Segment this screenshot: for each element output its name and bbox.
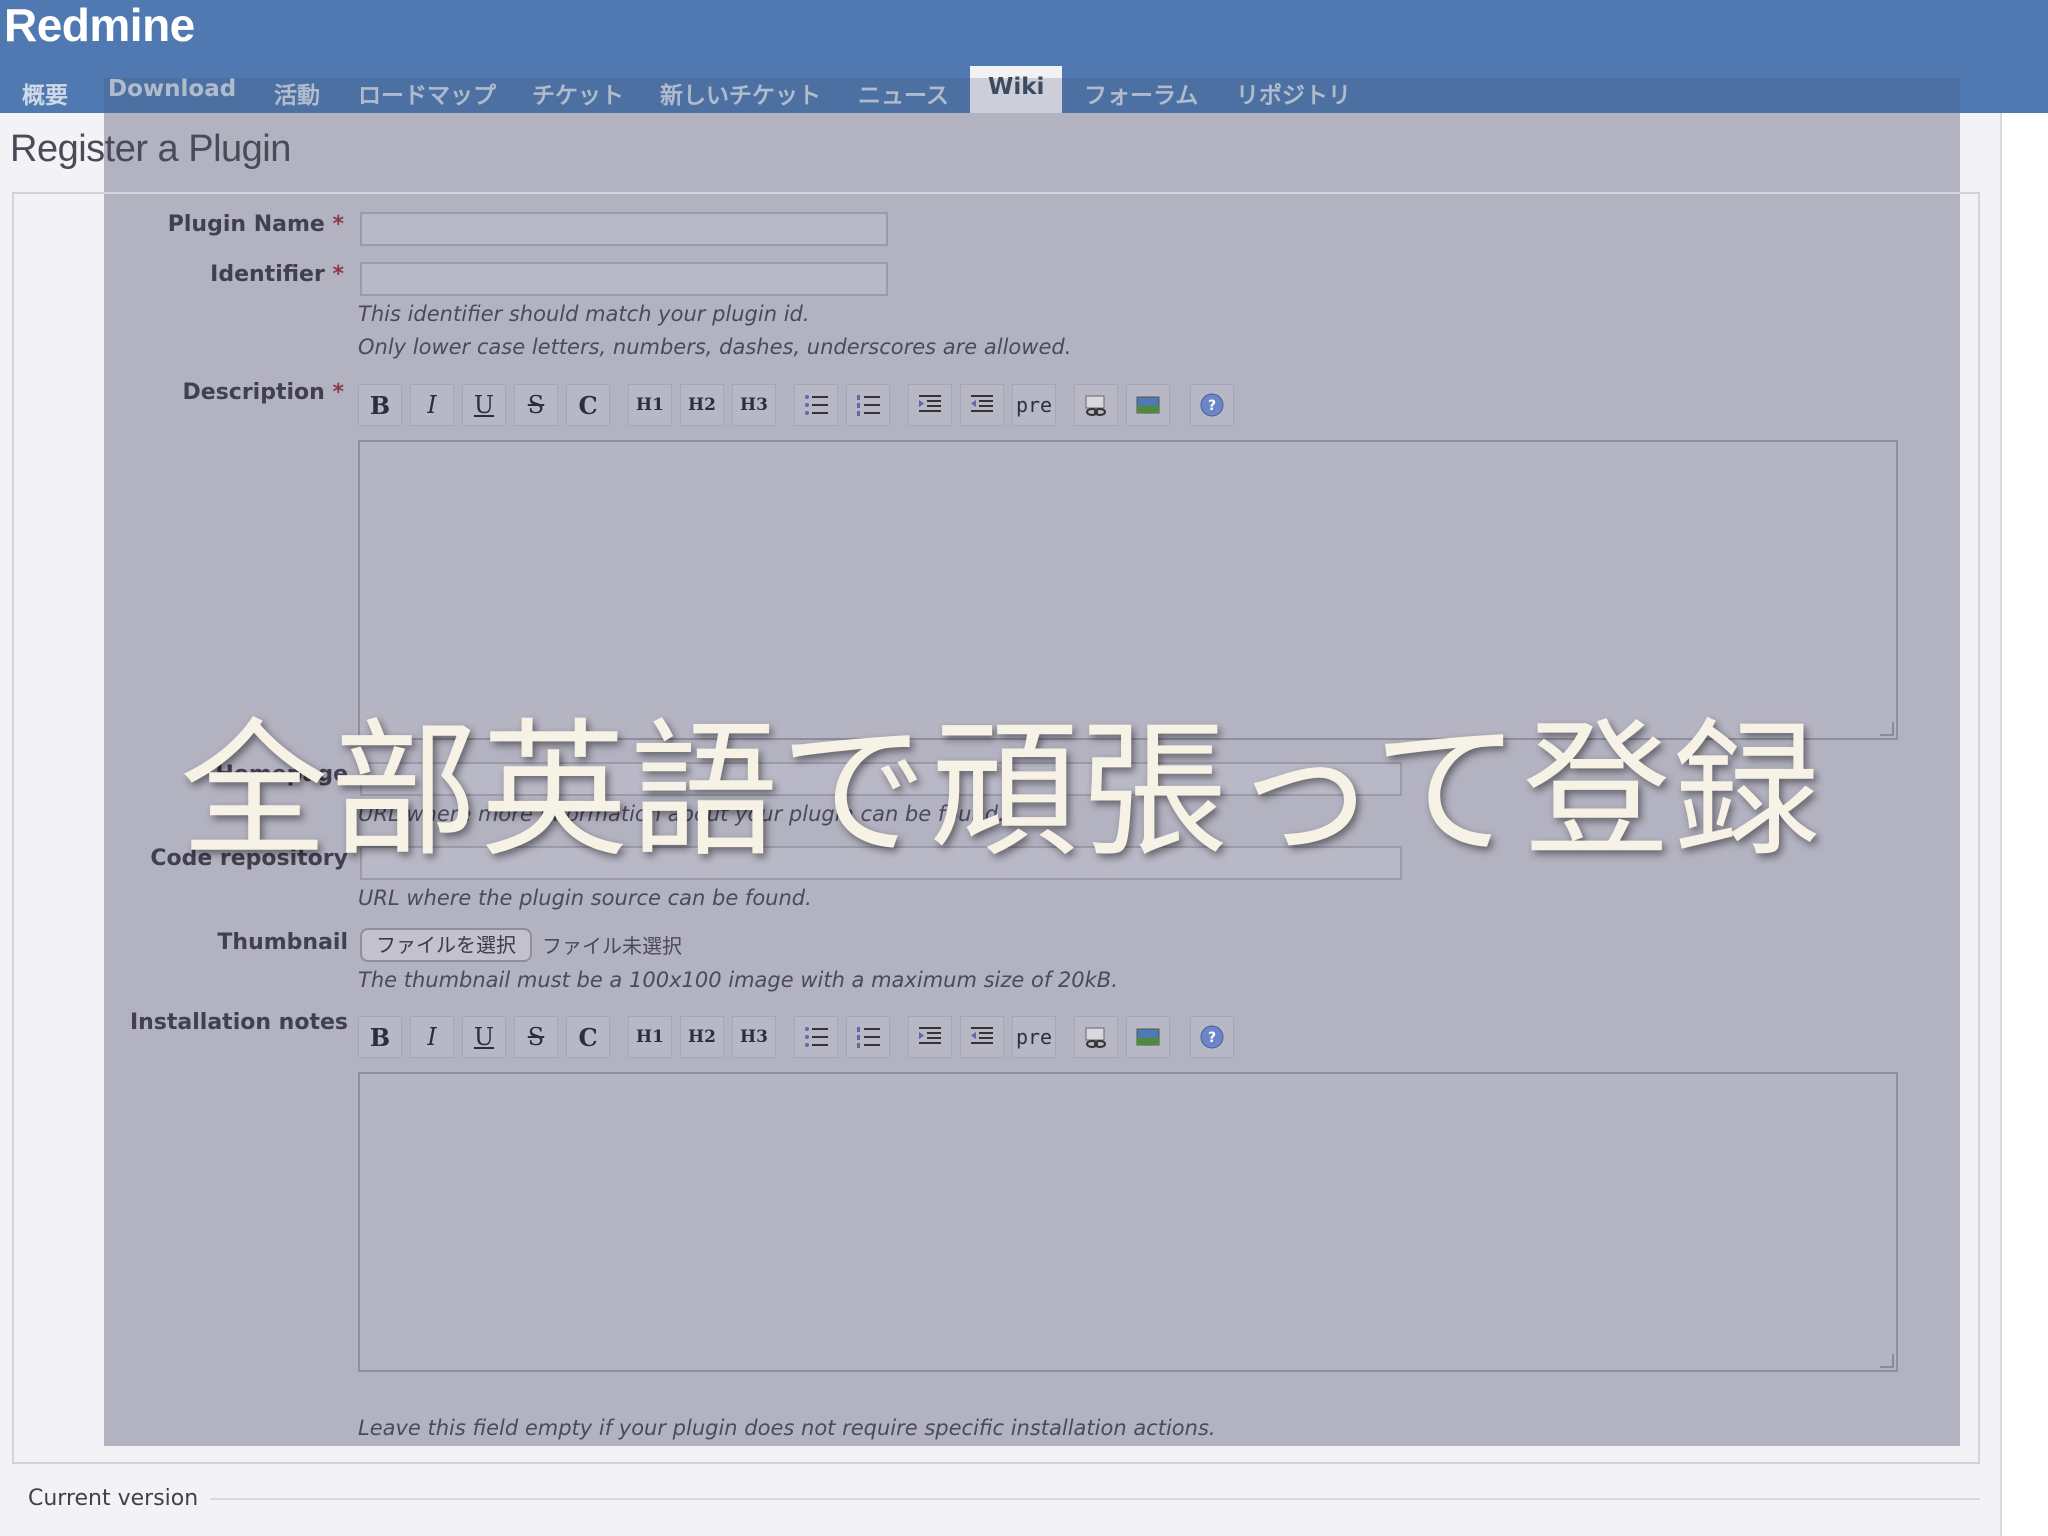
fieldset-border (210, 1498, 1980, 1500)
thumbnail-label: Thumbnail (217, 930, 348, 955)
preformatted-button[interactable]: pre (1012, 1016, 1056, 1058)
plugin-name-label: Plugin Name * (167, 212, 344, 237)
file-status: ファイル未選択 (542, 934, 682, 958)
code-button[interactable]: C (566, 1016, 610, 1058)
italic-button[interactable]: I (410, 1016, 454, 1058)
description-label: Description * (182, 380, 344, 405)
bold-button[interactable]: B (358, 384, 402, 426)
quote-icon[interactable] (908, 1016, 952, 1058)
choose-file-button[interactable]: ファイルを選択 (360, 928, 532, 962)
svg-text:?: ? (1208, 1030, 1216, 1046)
resize-grip-icon[interactable] (1880, 722, 1894, 736)
help-icon[interactable]: ? (1190, 1016, 1234, 1058)
thumbnail-hint: The thumbnail must be a 100x100 image wi… (358, 968, 1118, 992)
svg-text:?: ? (1208, 398, 1216, 414)
heading2-button[interactable]: H2 (680, 1016, 724, 1058)
unordered-list-icon[interactable] (794, 1016, 838, 1058)
link-icon[interactable] (1074, 1016, 1118, 1058)
strike-button[interactable]: S (514, 384, 558, 426)
ordered-list-icon[interactable] (846, 384, 890, 426)
current-version-legend: Current version (28, 1486, 199, 1511)
code-button[interactable]: C (566, 384, 610, 426)
identifier-hint-1: This identifier should match your plugin… (358, 302, 810, 326)
plugin-name-input[interactable] (360, 212, 888, 246)
heading3-button[interactable]: H3 (732, 1016, 776, 1058)
top-header: Redmine 概要 Download 活動 ロードマップ チケット 新しいチケ… (0, 0, 2048, 113)
page-scroll-edge (2000, 113, 2048, 1536)
quote-icon[interactable] (908, 384, 952, 426)
installation-notes-toolbar: B I U S C H1 H2 H3 pre ? (358, 1016, 1358, 1058)
underline-button[interactable]: U (462, 1016, 506, 1058)
unordered-list-icon[interactable] (794, 384, 838, 426)
preformatted-button[interactable]: pre (1012, 384, 1056, 426)
heading2-button[interactable]: H2 (680, 384, 724, 426)
installation-notes-label: Installation notes (129, 1010, 348, 1035)
link-icon[interactable] (1074, 384, 1118, 426)
unquote-icon[interactable] (960, 1016, 1004, 1058)
code-repository-hint: URL where the plugin source can be found… (358, 886, 812, 910)
installation-notes-hint: Leave this field empty if your plugin do… (358, 1416, 1216, 1440)
heading3-button[interactable]: H3 (732, 384, 776, 426)
identifier-label: Identifier * (210, 262, 344, 287)
identifier-hint-2: Only lower case letters, numbers, dashes… (358, 335, 1072, 359)
bold-button[interactable]: B (358, 1016, 402, 1058)
ordered-list-icon[interactable] (846, 1016, 890, 1058)
heading1-button[interactable]: H1 (628, 1016, 672, 1058)
italic-button[interactable]: I (410, 384, 454, 426)
page-title: Register a Plugin (10, 128, 291, 170)
tab-overview[interactable]: 概要 (22, 76, 68, 110)
slide-caption: 全部英語で頑張って登録 (180, 705, 1823, 877)
identifier-input[interactable] (360, 262, 888, 296)
header-dim-overlay (104, 78, 1960, 113)
image-icon[interactable] (1126, 1016, 1170, 1058)
description-toolbar: B I U S C H1 H2 H3 pre ? (358, 384, 1358, 426)
underline-button[interactable]: U (462, 384, 506, 426)
heading1-button[interactable]: H1 (628, 384, 672, 426)
resize-grip-icon[interactable] (1880, 1354, 1894, 1368)
image-icon[interactable] (1126, 384, 1170, 426)
strike-button[interactable]: S (514, 1016, 558, 1058)
unquote-icon[interactable] (960, 384, 1004, 426)
help-icon[interactable]: ? (1190, 384, 1234, 426)
app-title[interactable]: Redmine (4, 0, 195, 52)
installation-notes-textarea[interactable] (358, 1072, 1898, 1372)
